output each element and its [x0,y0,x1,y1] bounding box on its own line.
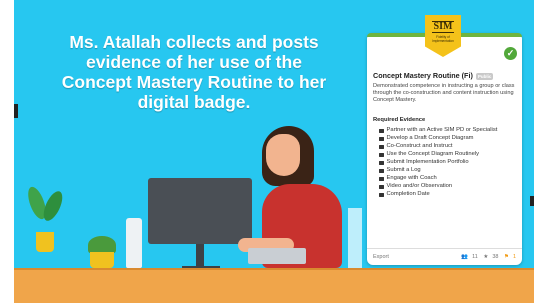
evidence-item[interactable]: Completion Date [379,191,519,199]
evidence-label: Video and/or Observation [386,183,453,189]
evidence-list: Partner with an Active SIM PD or Special… [379,127,519,199]
earners-count: 11 [472,254,478,260]
evidence-label: Partner with an Active SIM PD or Special… [386,127,498,133]
checkbox-icon [379,160,384,165]
checkbox-icon [379,176,384,181]
evidence-item[interactable]: Engage with Coach [379,175,519,183]
keyboard [248,248,306,264]
evidence-label: Engage with Coach [386,175,437,181]
stars-count: 38 [492,254,499,260]
headline: Ms. Atallah collects and posts evidence … [61,32,327,112]
evidence-label: Submit a Log [386,167,421,173]
earners-icon: 👥 [461,254,469,260]
evidence-label: Completion Date [386,191,430,197]
evidence-label: Use the Concept Diagram Routinely [386,151,479,157]
badge-logo-text: SIM [431,21,455,33]
teacher-face [266,134,300,176]
evidence-item[interactable]: Develop a Draft Concept Diagram [379,135,519,143]
evidence-item[interactable]: Use the Concept Diagram Routinely [379,151,519,159]
required-evidence-heading: Required Evidence [373,117,426,123]
water-bottle [126,218,142,268]
sim-badge-icon: SIM Fidelity of Implementation [425,15,461,57]
plant-pot [36,232,54,252]
monitor-stand [196,244,204,268]
evidence-item[interactable]: Submit Implementation Portfolio [379,159,519,167]
evidence-item[interactable]: Co-Construct and Instruct [379,143,519,151]
badge-title-text: Concept Mastery Routine (Fi) [373,71,473,80]
evidence-label: Develop a Draft Concept Diagram [386,135,474,141]
check-icon: ✓ [504,47,517,60]
checkbox-icon [379,168,384,173]
checkbox-icon [379,144,384,149]
card-footer: Export 👥 11 ★ 38 ⚑ 1 [367,248,522,266]
checkbox-icon [379,152,384,157]
badge-description: Demonstrated competence in instructing a… [373,83,515,103]
checkbox-icon [379,128,384,133]
desk [14,270,534,303]
flags-count: 1 [512,254,516,260]
cactus-pot [90,252,114,268]
frame-edge-mark [530,196,534,206]
checkbox-icon [379,184,384,189]
evidence-label: Submit Implementation Portfolio [386,159,469,165]
badge-stats: 👥 11 ★ 38 ⚑ 1 [457,254,516,260]
frame-edge-mark [14,104,18,118]
checkbox-icon [379,136,384,141]
evidence-label: Co-Construct and Instruct [386,143,453,149]
badge-title: Concept Mastery Routine (Fi) Public [373,71,494,80]
badge-subtext: Fidelity of Implementation [432,35,454,43]
star-icon: ★ [483,254,489,260]
checkbox-icon [379,192,384,197]
evidence-item[interactable]: Video and/or Observation [379,183,519,191]
whiteboard [348,208,362,268]
evidence-item[interactable]: Partner with an Active SIM PD or Special… [379,127,519,135]
visibility-badge: Public [475,72,494,80]
export-link[interactable]: Export [373,254,389,260]
badge-card: SIM Fidelity of Implementation ✓ Concept… [367,15,522,266]
computer-monitor [148,178,252,244]
evidence-item[interactable]: Submit a Log [379,167,519,175]
flag-icon: ⚑ [504,254,509,260]
